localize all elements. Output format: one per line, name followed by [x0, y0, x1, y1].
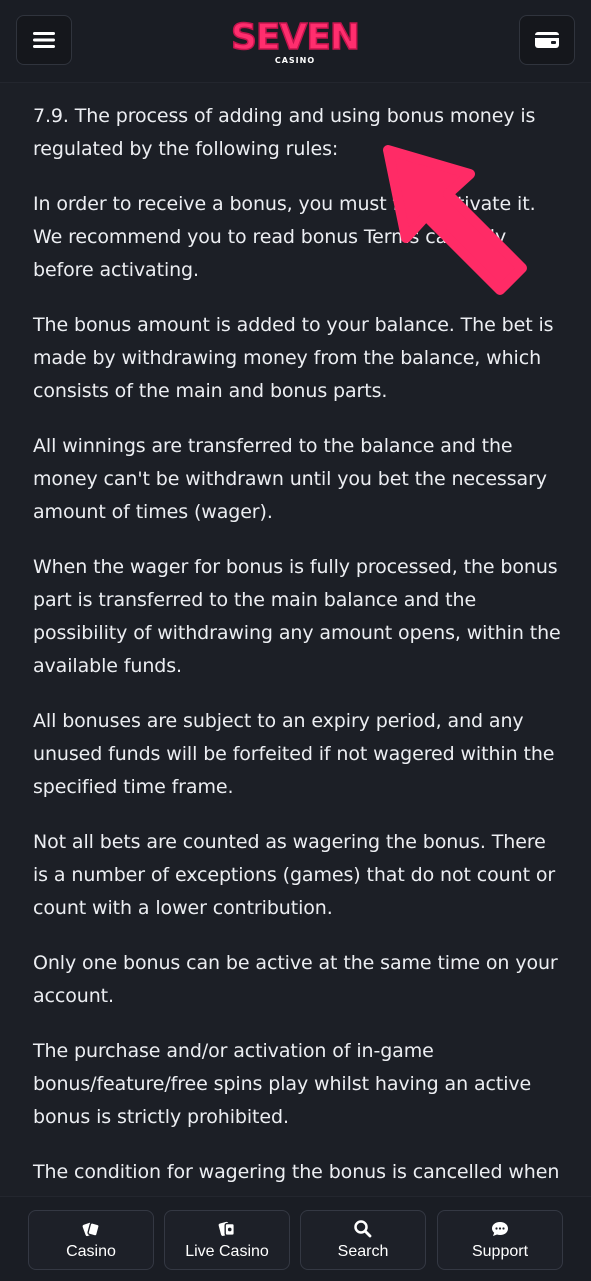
terms-paragraph: 7.9. The process of adding and using bon…: [33, 105, 536, 160]
nav-search-label: Search: [337, 1243, 389, 1260]
terms-paragraph: Not all bets are counted as wagering the…: [33, 831, 556, 919]
live-cards-icon: [217, 1219, 237, 1239]
cards-icon: [81, 1219, 101, 1239]
terms-paragraph: All bonuses are subject to an expiry per…: [33, 710, 555, 798]
terms-paragraph: The bonus amount is added to your balanc…: [33, 314, 554, 402]
terms-paragraph: In order to receive a bonus, you must fi…: [33, 193, 536, 281]
terms-paragraph: Only one bonus can be active at the same…: [33, 952, 558, 1007]
search-icon: [353, 1219, 373, 1239]
terms-paragraph: When the wager for bonus is fully proces…: [33, 556, 561, 677]
chat-icon: [490, 1219, 510, 1239]
casino-logo[interactable]: SEVEN CASINO: [220, 14, 370, 68]
logo-subtext: CASINO: [275, 56, 315, 65]
terms-paragraph: The purchase and/or activation of in-gam…: [33, 1040, 532, 1128]
logo-text: SEVEN: [231, 17, 359, 58]
nav-support-label: Support: [471, 1243, 529, 1260]
menu-button[interactable]: [16, 15, 72, 65]
nav-casino-button[interactable]: Casino: [28, 1210, 154, 1270]
bottom-navigation: Casino Live Casino Search Support: [0, 1196, 591, 1281]
bonus-terms-content: 7.9. The process of adding and using bon…: [33, 100, 563, 1211]
nav-live-casino-button[interactable]: Live Casino: [164, 1210, 290, 1270]
nav-search-button[interactable]: Search: [300, 1210, 426, 1270]
wallet-button[interactable]: [519, 15, 575, 65]
wallet-icon: [535, 32, 559, 48]
top-header: SEVEN CASINO: [0, 0, 591, 83]
terms-paragraph: All winnings are transferred to the bala…: [33, 435, 547, 523]
terms-paragraph: The condition for wagering the bonus is …: [33, 1161, 560, 1183]
nav-live-casino-label: Live Casino: [185, 1243, 269, 1260]
hamburger-icon: [33, 32, 55, 48]
nav-support-button[interactable]: Support: [437, 1210, 563, 1270]
nav-casino-label: Casino: [66, 1243, 116, 1260]
